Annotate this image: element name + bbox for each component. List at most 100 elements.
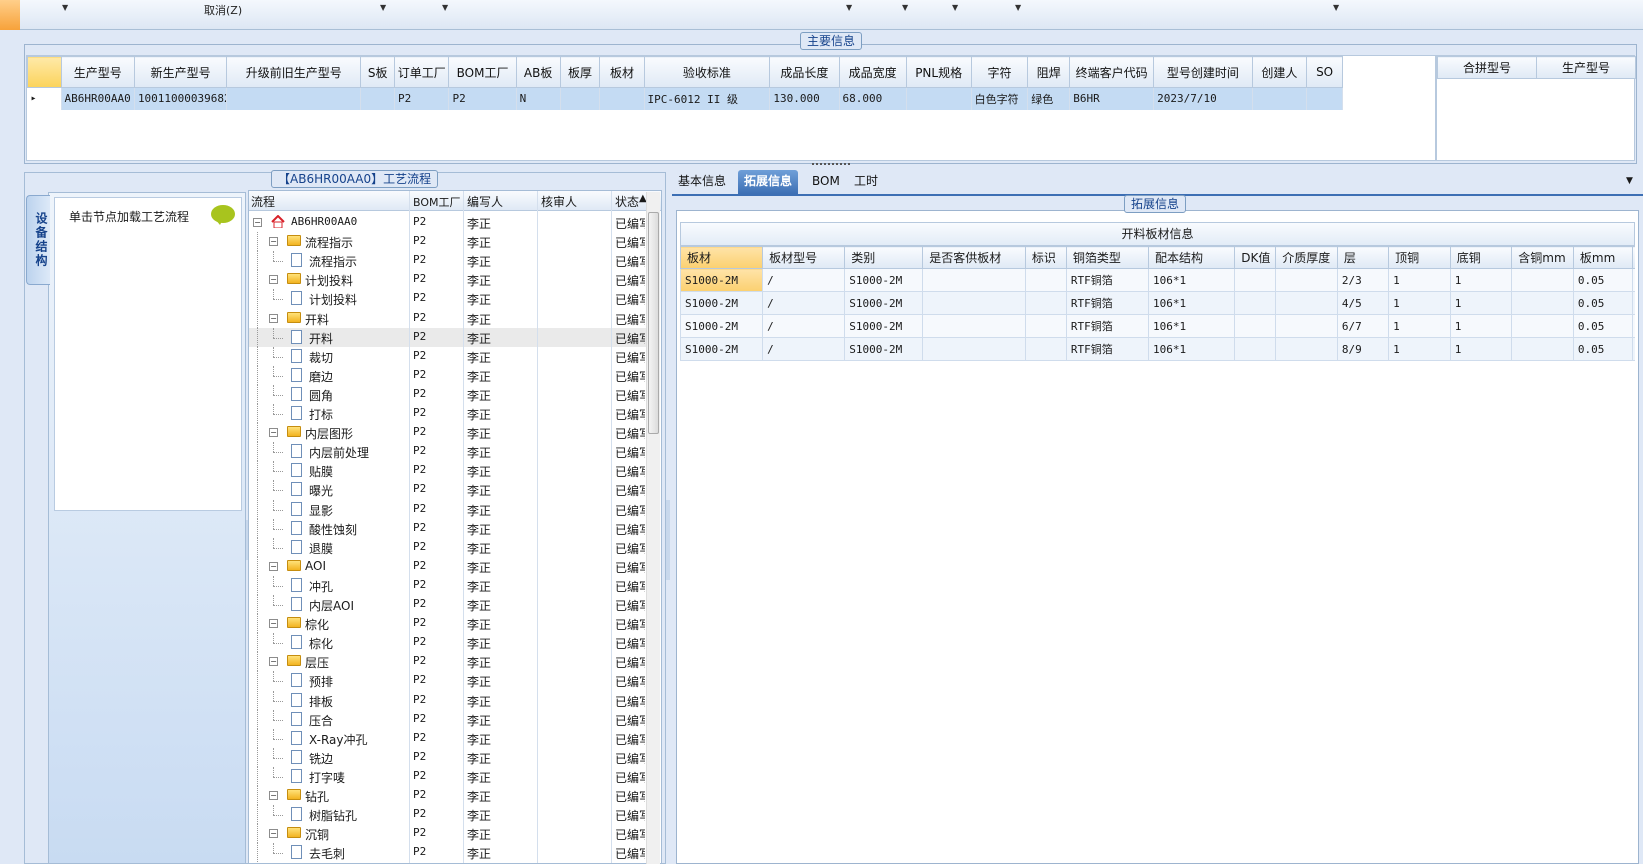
col-header[interactable]: 板厚 <box>559 56 601 88</box>
material-cell[interactable] <box>922 291 1026 315</box>
col-header[interactable]: 终端客户代码 <box>1069 56 1155 88</box>
material-cell[interactable]: RTF铜箔 <box>1065 314 1150 338</box>
material-cell[interactable] <box>1275 314 1338 338</box>
material-col-header[interactable]: 板材型号 <box>762 246 846 269</box>
material-cell[interactable] <box>922 314 1026 338</box>
collapse-icon[interactable]: − <box>269 619 278 629</box>
dropdown-arrow-icon[interactable]: ▼ <box>902 3 908 12</box>
material-row[interactable]: S1000-2M/S1000-2MRTF铜箔106*18/9110.0574 <box>680 337 1635 361</box>
dropdown-arrow-icon[interactable]: ▼ <box>62 3 68 12</box>
col-header[interactable]: S板 <box>360 56 395 88</box>
material-cell[interactable]: 1 <box>1449 291 1513 315</box>
material-cell[interactable]: 106*1 <box>1147 268 1236 292</box>
table-cell[interactable]: AB6HR00AA0 <box>61 87 135 110</box>
collapse-icon[interactable]: − <box>253 218 262 227</box>
col-header[interactable]: 创建人 <box>1251 56 1308 88</box>
tree-scroll-thumb[interactable] <box>648 212 659 434</box>
tree-node[interactable]: 内层前处理 P2 李正 已编写 <box>249 442 649 462</box>
material-cell[interactable] <box>1511 291 1574 315</box>
table-cell[interactable] <box>906 87 972 110</box>
col-header[interactable]: 验收标准 <box>643 56 771 88</box>
material-col-header[interactable]: 上 <box>1632 246 1635 269</box>
material-cell[interactable]: 1 <box>1388 268 1451 292</box>
tree-node[interactable]: 计划投料 P2 李正 已编写 <box>249 289 649 309</box>
col-header[interactable]: PNL规格 <box>905 56 972 88</box>
table-cell[interactable]: 130.000 <box>769 87 840 110</box>
tree-col-status[interactable]: 状态 <box>615 193 639 210</box>
material-col-header[interactable]: 铜箔类型 <box>1065 246 1150 269</box>
table-cell[interactable] <box>560 87 601 110</box>
table-cell[interactable] <box>226 87 362 110</box>
material-col-header[interactable]: 板mm <box>1572 246 1634 269</box>
merge-col-header[interactable]: 生产型号 <box>1536 56 1636 79</box>
material-cell[interactable]: 1 <box>1388 291 1451 315</box>
cancel-button[interactable]: 取消(Z) <box>204 2 242 18</box>
dropdown-arrow-icon[interactable]: ▼ <box>1333 3 1339 12</box>
grid-corner[interactable] <box>27 56 62 88</box>
tree-node[interactable]: 酸性蚀刻 P2 李正 已编写 <box>249 518 649 538</box>
material-col-header[interactable]: 板材 <box>680 246 764 269</box>
material-row[interactable]: S1000-2M/S1000-2MRTF铜箔106*16/7110.0577 <box>680 314 1635 338</box>
col-header[interactable]: 成品宽度 <box>838 56 907 88</box>
material-cell[interactable]: S1000-2M <box>680 291 764 315</box>
material-cell[interactable]: RTF铜箔 <box>1065 337 1150 361</box>
tabs-dropdown-icon[interactable]: ▼ <box>1626 176 1633 186</box>
tree-node[interactable]: 去毛刺 P2 李正 已编写 <box>249 843 649 863</box>
collapse-icon[interactable]: − <box>269 428 278 438</box>
material-cell[interactable]: 1 <box>1388 337 1451 361</box>
material-cell[interactable]: 6/7 <box>1336 314 1390 338</box>
material-cell[interactable] <box>1234 314 1277 338</box>
collapse-icon[interactable]: − <box>269 829 278 839</box>
tree-col-bom-factory[interactable]: BOM工厂 <box>413 194 461 210</box>
material-cell[interactable] <box>1511 337 1574 361</box>
tab-1[interactable]: 拓展信息 <box>738 170 799 194</box>
material-cell[interactable]: 1 <box>1388 314 1451 338</box>
material-col-header[interactable]: 介质厚度 <box>1275 246 1338 269</box>
col-header[interactable]: 阻焊 <box>1027 56 1071 88</box>
material-cell[interactable] <box>1024 268 1067 292</box>
material-cell[interactable] <box>1234 337 1277 361</box>
material-row[interactable]: S1000-2M/S1000-2MRTF铜箔106*12/3110.0580 <box>680 268 1635 292</box>
tree-node[interactable]: 排板 P2 李正 已编写 <box>249 690 649 710</box>
collapse-icon[interactable]: − <box>269 313 278 323</box>
material-cell[interactable] <box>1024 291 1067 315</box>
dropdown-arrow-icon[interactable]: ▼ <box>846 3 852 12</box>
table-cell[interactable] <box>1306 87 1343 110</box>
col-header[interactable]: SO <box>1306 56 1343 88</box>
material-cell[interactable]: 4/5 <box>1336 291 1390 315</box>
table-cell[interactable]: 2023/7/10 <box>1153 87 1253 110</box>
table-cell[interactable] <box>1252 87 1308 110</box>
material-cell[interactable] <box>1275 291 1338 315</box>
material-cell[interactable]: 0.05 <box>1572 314 1634 338</box>
tree-node[interactable]: − 层压 P2 李正 已编写 <box>249 652 649 672</box>
material-cell[interactable] <box>1024 314 1067 338</box>
material-cell[interactable] <box>1511 268 1574 292</box>
col-header[interactable]: AB板 <box>515 56 561 88</box>
col-header[interactable]: 型号创建时间 <box>1153 56 1253 88</box>
collapse-icon[interactable]: − <box>269 237 278 247</box>
tree-node[interactable]: 磨边 P2 李正 已编写 <box>249 365 649 385</box>
collapse-icon[interactable]: − <box>269 791 278 800</box>
col-header[interactable]: 板材 <box>599 56 645 88</box>
table-row[interactable]: ▸ AB6HR00AA0 10011000039682 P2 P2 N IPC-6012 I… <box>27 87 1343 110</box>
tree-node[interactable]: 铣边 P2 李正 已编写 <box>249 747 649 767</box>
dropdown-arrow-icon[interactable]: ▼ <box>1015 3 1021 12</box>
tree-node[interactable]: 曝光 P2 李正 已编写 <box>249 480 649 500</box>
material-cell[interactable]: 0.05 <box>1572 268 1634 292</box>
material-cell[interactable]: S1000-2M <box>844 337 924 361</box>
material-cell[interactable] <box>1275 337 1338 361</box>
tree-node[interactable]: − 内层图形 P2 李正 已编写 <box>249 423 649 443</box>
panel-splitter[interactable] <box>666 500 670 580</box>
material-cell[interactable] <box>1234 291 1277 315</box>
material-cell[interactable]: / <box>762 291 846 315</box>
material-col-header[interactable]: 配本结构 <box>1147 246 1236 269</box>
merge-col-header[interactable]: 合拼型号 <box>1437 56 1537 79</box>
material-cell[interactable]: / <box>762 268 846 292</box>
material-col-header[interactable]: DK值 <box>1234 246 1277 269</box>
tree-node[interactable]: − 钻孔 P2 李正 已编写 <box>249 786 649 805</box>
dropdown-arrow-icon[interactable]: ▼ <box>952 3 958 12</box>
material-cell[interactable]: S1000-2M <box>844 291 924 315</box>
tree-node[interactable]: 棕化 P2 李正 已编写 <box>249 633 649 653</box>
col-header[interactable]: 订单工厂 <box>393 56 450 88</box>
tree-col-reviewer[interactable]: 核审人 <box>541 193 577 210</box>
